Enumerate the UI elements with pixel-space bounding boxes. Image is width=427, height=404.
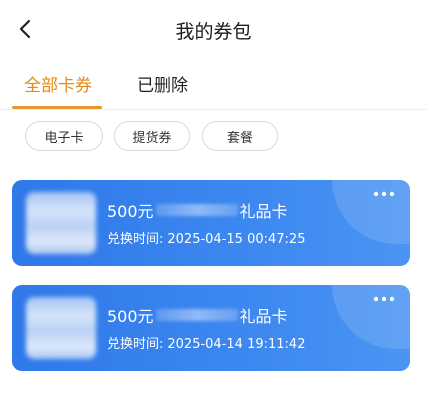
voucher-card[interactable]: 500元 礼品卡 兑换时间: 2025-04-14 19:11:42 bbox=[12, 285, 410, 371]
card-decoration bbox=[332, 180, 410, 244]
redeem-time-value: 2025-04-14 19:11:42 bbox=[167, 337, 306, 352]
card-thumbnail-blurred bbox=[26, 297, 96, 359]
redeem-time-value: 2025-04-15 00:47:25 bbox=[167, 232, 306, 247]
card-title: 500元 礼品卡 bbox=[107, 198, 288, 222]
card-thumbnail-blurred bbox=[26, 192, 96, 254]
card-amount: 500元 bbox=[107, 202, 154, 221]
filter-chips: 电子卡 提货券 套餐 bbox=[0, 121, 427, 153]
card-redeem-time: 兑换时间: 2025-04-15 00:47:25 bbox=[107, 228, 305, 247]
active-tab-indicator bbox=[12, 106, 102, 109]
tab-all-vouchers[interactable]: 全部卡券 bbox=[24, 71, 92, 96]
top-bar: 我的券包 bbox=[0, 0, 427, 58]
more-dots-icon[interactable] bbox=[372, 186, 396, 202]
card-decoration bbox=[332, 285, 410, 349]
card-suffix: 礼品卡 bbox=[239, 307, 288, 326]
tab-deleted[interactable]: 已删除 bbox=[137, 71, 188, 96]
tab-bar: 全部卡券 已删除 bbox=[0, 58, 427, 110]
voucher-card[interactable]: 500元 礼品卡 兑换时间: 2025-04-15 00:47:25 bbox=[12, 180, 410, 266]
filter-chip-pickup-voucher[interactable]: 提货券 bbox=[114, 121, 190, 151]
filter-chip-package[interactable]: 套餐 bbox=[202, 121, 278, 151]
filter-chip-ecard[interactable]: 电子卡 bbox=[25, 121, 103, 151]
redeem-time-label: 兑换时间: bbox=[107, 232, 164, 247]
more-dots-icon[interactable] bbox=[372, 291, 396, 307]
card-redeem-time: 兑换时间: 2025-04-14 19:11:42 bbox=[107, 333, 305, 352]
redacted-text bbox=[155, 309, 238, 321]
card-suffix: 礼品卡 bbox=[239, 202, 288, 221]
page-title: 我的券包 bbox=[175, 21, 252, 43]
card-title: 500元 礼品卡 bbox=[107, 303, 288, 327]
redeem-time-label: 兑换时间: bbox=[107, 337, 164, 352]
card-amount: 500元 bbox=[107, 307, 154, 326]
redacted-text bbox=[155, 204, 238, 216]
